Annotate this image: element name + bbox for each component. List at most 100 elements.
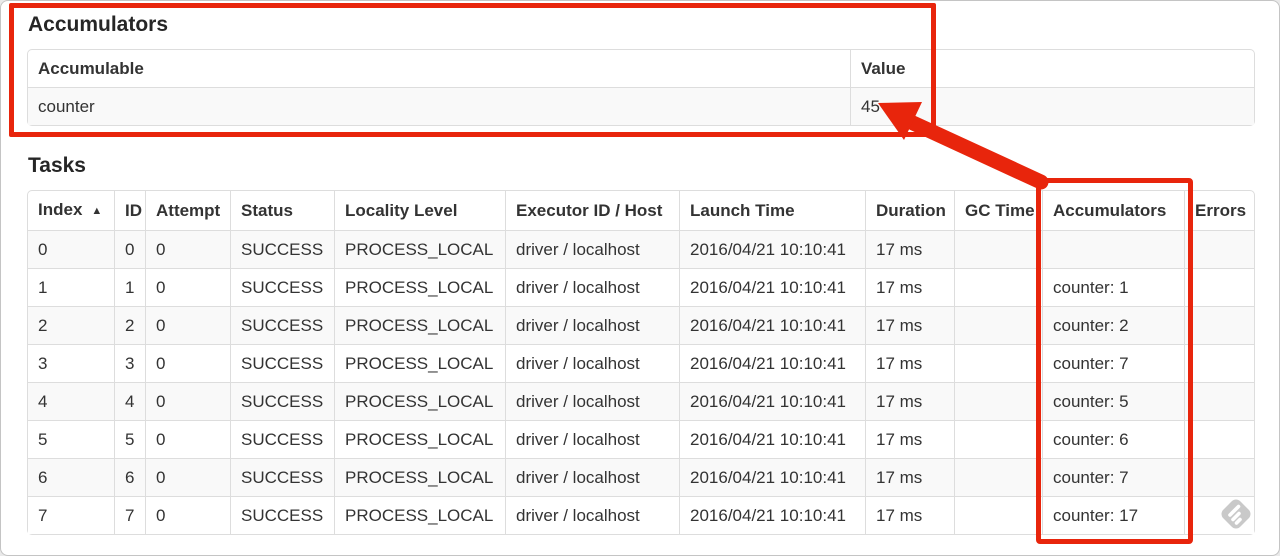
column-header-label: Executor ID / Host xyxy=(516,201,663,220)
column-header-label: Index xyxy=(38,200,83,219)
table-row: 0 0 0 SUCCESS PROCESS_LOCAL driver / localhos… xyxy=(28,230,1254,268)
column-header-label: Launch Time xyxy=(690,201,795,220)
table-cell: SUCCESS xyxy=(230,306,334,344)
table-cell: counter xyxy=(28,87,850,125)
sort-ascending-icon: ▲ xyxy=(91,205,103,217)
table-cell: counter: 7 xyxy=(1042,458,1184,496)
table-cell: 17 ms xyxy=(865,268,954,306)
column-header-label: Locality Level xyxy=(345,201,458,220)
table-cell: 2016/04/21 10:10:41 xyxy=(679,496,865,534)
table-cell: SUCCESS xyxy=(230,230,334,268)
table-cell xyxy=(1184,268,1254,306)
column-header-attempt[interactable]: Attempt xyxy=(145,191,230,230)
table-cell: PROCESS_LOCAL xyxy=(334,230,505,268)
table-cell xyxy=(954,268,1042,306)
table-cell: 7 xyxy=(114,496,145,534)
column-header-accumulable: Accumulable xyxy=(28,50,850,87)
table-cell xyxy=(954,344,1042,382)
column-header-gc-time[interactable]: GC Time xyxy=(954,191,1042,230)
column-header-value: Value xyxy=(850,50,1254,87)
table-cell: PROCESS_LOCAL xyxy=(334,458,505,496)
column-header-launch-time[interactable]: Launch Time xyxy=(679,191,865,230)
table-cell: counter: 6 xyxy=(1042,420,1184,458)
table-cell: SUCCESS xyxy=(230,268,334,306)
table-cell: 2016/04/21 10:10:41 xyxy=(679,458,865,496)
table-cell: 2016/04/21 10:10:41 xyxy=(679,344,865,382)
table-cell: 3 xyxy=(114,344,145,382)
table-cell: PROCESS_LOCAL xyxy=(334,496,505,534)
table-cell: 6 xyxy=(114,458,145,496)
table-cell: PROCESS_LOCAL xyxy=(334,420,505,458)
column-header-index[interactable]: Index ▲ xyxy=(28,191,114,230)
table-cell: 0 xyxy=(145,382,230,420)
table-cell: PROCESS_LOCAL xyxy=(334,344,505,382)
table-cell: driver / localhost xyxy=(505,344,679,382)
column-header-errors[interactable]: Errors xyxy=(1184,191,1254,230)
table-row: 3 3 0 SUCCESS PROCESS_LOCAL driver / localhos… xyxy=(28,344,1254,382)
table-row: 5 5 0 SUCCESS PROCESS_LOCAL driver / localhos… xyxy=(28,420,1254,458)
column-header-accumulators[interactable]: Accumulators xyxy=(1042,191,1184,230)
table-cell: driver / localhost xyxy=(505,458,679,496)
table-cell xyxy=(1184,344,1254,382)
table-cell xyxy=(1184,382,1254,420)
table-cell xyxy=(1184,420,1254,458)
table-cell: 3 xyxy=(28,344,114,382)
table-cell: 17 ms xyxy=(865,420,954,458)
table-cell: 0 xyxy=(145,344,230,382)
table-cell: 5 xyxy=(114,420,145,458)
table-cell: 45 xyxy=(850,87,1254,125)
table-cell: 2 xyxy=(28,306,114,344)
column-header-label: Status xyxy=(241,201,293,220)
column-header-label: ID xyxy=(125,201,142,220)
table-cell: counter: 17 xyxy=(1042,496,1184,534)
column-header-label: GC Time xyxy=(965,201,1035,220)
table-cell: 1 xyxy=(28,268,114,306)
column-header-executor-id-host[interactable]: Executor ID / Host xyxy=(505,191,679,230)
table-cell xyxy=(1184,458,1254,496)
table-cell: driver / localhost xyxy=(505,420,679,458)
page-content: Accumulators Accumulable Value counter 45 T… xyxy=(1,1,1279,535)
table-cell: 2016/04/21 10:10:41 xyxy=(679,268,865,306)
accumulators-table: Accumulable Value counter 45 xyxy=(27,49,1255,126)
table-cell xyxy=(1184,230,1254,268)
table-cell: PROCESS_LOCAL xyxy=(334,268,505,306)
tasks-section-title: Tasks xyxy=(28,154,86,177)
table-cell: 2016/04/21 10:10:41 xyxy=(679,420,865,458)
table-cell: 4 xyxy=(28,382,114,420)
table-cell xyxy=(954,382,1042,420)
column-header-id[interactable]: ID xyxy=(114,191,145,230)
table-cell: SUCCESS xyxy=(230,458,334,496)
table-cell: driver / localhost xyxy=(505,268,679,306)
table-cell xyxy=(954,496,1042,534)
column-header-label: Duration xyxy=(876,201,946,220)
table-cell: SUCCESS xyxy=(230,496,334,534)
table-cell: 0 xyxy=(145,496,230,534)
table-cell: SUCCESS xyxy=(230,420,334,458)
column-header-duration[interactable]: Duration xyxy=(865,191,954,230)
table-cell xyxy=(1184,496,1254,534)
column-header-label: Accumulable xyxy=(38,59,144,78)
header-row: Accumulable Value xyxy=(28,50,1254,87)
table-cell: 17 ms xyxy=(865,458,954,496)
table-cell: SUCCESS xyxy=(230,382,334,420)
table-cell: 17 ms xyxy=(865,344,954,382)
column-header-status[interactable]: Status xyxy=(230,191,334,230)
table-cell: 6 xyxy=(28,458,114,496)
table-cell: 17 ms xyxy=(865,496,954,534)
table-cell xyxy=(954,306,1042,344)
table-cell: PROCESS_LOCAL xyxy=(334,382,505,420)
table-cell: 7 xyxy=(28,496,114,534)
table-cell: PROCESS_LOCAL xyxy=(334,306,505,344)
table-cell: counter: 2 xyxy=(1042,306,1184,344)
column-header-locality-level[interactable]: Locality Level xyxy=(334,191,505,230)
table-cell xyxy=(954,458,1042,496)
table-cell: 1 xyxy=(114,268,145,306)
table-row: 6 6 0 SUCCESS PROCESS_LOCAL driver / localhos… xyxy=(28,458,1254,496)
table-cell: 0 xyxy=(145,420,230,458)
table-cell: SUCCESS xyxy=(230,344,334,382)
table-cell: driver / localhost xyxy=(505,382,679,420)
table-cell: 0 xyxy=(145,458,230,496)
table-cell: 4 xyxy=(114,382,145,420)
table-cell: 2 xyxy=(114,306,145,344)
table-cell: 0 xyxy=(28,230,114,268)
